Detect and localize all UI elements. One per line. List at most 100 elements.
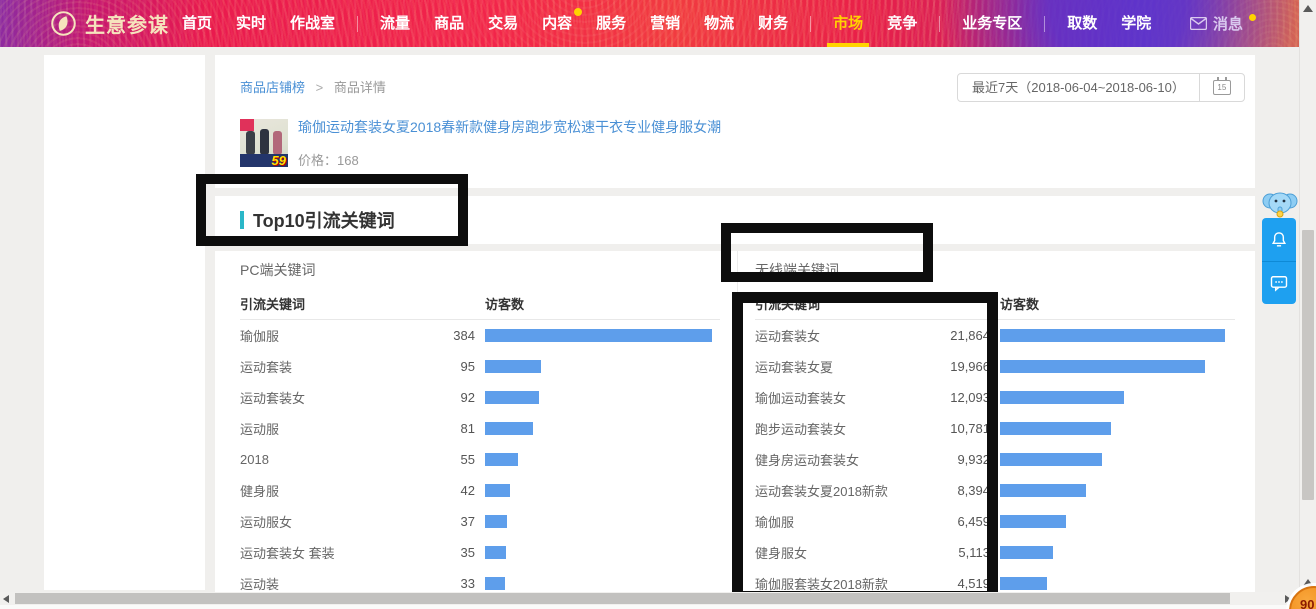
keyword-label: 瑜伽服 xyxy=(755,512,905,531)
nav-item-商品[interactable]: 商品 xyxy=(422,0,476,47)
notification-dot xyxy=(574,8,582,16)
section-title-row: Top10引流关键词 xyxy=(240,207,395,233)
feedback-chat-button[interactable] xyxy=(1262,261,1296,304)
table-row: 运动装33 xyxy=(240,568,720,592)
keyword-label: 健身服女 xyxy=(755,543,905,562)
breadcrumb-current: 商品详情 xyxy=(334,80,386,95)
envelope-icon xyxy=(1190,17,1207,30)
visitor-bar xyxy=(485,329,712,342)
visitor-bar xyxy=(1000,484,1086,497)
table-body: 瑜伽服384运动套装95运动套装女92运动服81201855健身服42运动服女3… xyxy=(240,320,720,592)
table-row: 运动服81 xyxy=(240,413,720,444)
nav-divider xyxy=(939,16,940,32)
nav-item-内容[interactable]: 内容 xyxy=(530,0,584,47)
nav-item-竞争[interactable]: 竞争 xyxy=(875,0,929,47)
table-row: 健身服42 xyxy=(240,475,720,506)
visitor-count: 21,864 xyxy=(905,328,990,343)
scroll-left-arrow[interactable] xyxy=(3,595,9,603)
vertical-scroll-thumb[interactable] xyxy=(1302,230,1314,500)
tab-pc-keywords[interactable]: PC端关键词 xyxy=(240,260,720,284)
notification-bell-button[interactable] xyxy=(1262,218,1296,261)
visitor-count: 10,781 xyxy=(905,421,990,436)
visitor-bar xyxy=(485,360,541,373)
date-range-label[interactable]: 最近7天（2018-06-04~2018-06-10） xyxy=(958,74,1200,101)
column-header-visitors: 访客数 xyxy=(485,294,524,313)
visitor-bar xyxy=(1000,515,1066,528)
calendar-button[interactable]: 15 xyxy=(1200,74,1244,101)
keyword-tables-card: PC端关键词 引流关键词 访客数 瑜伽服384运动套装95运动套装女92运动服8… xyxy=(215,251,1255,592)
horizontal-scrollbar[interactable] xyxy=(0,592,1299,605)
visitor-bar xyxy=(1000,453,1102,466)
floating-panel xyxy=(1262,218,1296,304)
table-header: 引流关键词 访客数 xyxy=(755,294,1235,320)
table-row: 健身房运动套装女9,932 xyxy=(755,444,1235,475)
table-row: 瑜伽服384 xyxy=(240,320,720,351)
product-thumbnail[interactable]: 59 xyxy=(240,119,288,167)
nav-message[interactable]: 消息 xyxy=(1190,0,1256,47)
visitor-count: 4,519 xyxy=(905,576,990,591)
visitor-count: 92 xyxy=(390,390,475,405)
visitor-count: 5,113 xyxy=(905,545,990,560)
visitor-count: 42 xyxy=(390,483,475,498)
nav-item-业务专区[interactable]: 业务专区 xyxy=(950,0,1034,47)
vertical-scrollbar[interactable] xyxy=(1299,0,1316,609)
nav-divider xyxy=(1044,16,1045,32)
nav-item-交易[interactable]: 交易 xyxy=(476,0,530,47)
visitor-bar xyxy=(485,453,518,466)
visitor-bar xyxy=(1000,360,1205,373)
visitor-bar xyxy=(1000,577,1047,590)
scroll-up-arrow[interactable] xyxy=(1303,5,1313,12)
brand-logo[interactable]: 生意参谋 xyxy=(50,9,169,38)
wireless-keyword-table: 无线端关键词 引流关键词 访客数 运动套装女21,864运动套装女夏19,966… xyxy=(755,251,1235,592)
visitor-bar xyxy=(485,546,506,559)
nav-item-实时[interactable]: 实时 xyxy=(224,0,278,47)
breadcrumb: 商品店铺榜 > 商品详情 xyxy=(240,77,386,96)
visitor-count: 95 xyxy=(390,359,475,374)
horizontal-scroll-thumb[interactable] xyxy=(15,593,1230,604)
nav-item-财务[interactable]: 财务 xyxy=(746,0,800,47)
chat-bubble-icon xyxy=(1269,273,1289,293)
accent-bar xyxy=(240,211,244,229)
nav-item-首页[interactable]: 首页 xyxy=(170,0,224,47)
nav-item-流量[interactable]: 流量 xyxy=(368,0,422,47)
date-range-picker[interactable]: 最近7天（2018-06-04~2018-06-10） 15 xyxy=(957,73,1245,102)
calendar-icon: 15 xyxy=(1213,80,1231,95)
breadcrumb-link[interactable]: 商品店铺榜 xyxy=(240,80,305,95)
keyword-label: 运动套装女 xyxy=(240,388,390,407)
product-price: 价格：168 xyxy=(298,150,359,169)
nav-item-作战室[interactable]: 作战室 xyxy=(278,0,347,47)
keyword-label: 瑜伽服 xyxy=(240,326,390,345)
nav-menu: 首页实时作战室流量商品交易内容服务营销物流财务市场竞争业务专区取数学院 xyxy=(170,0,1163,47)
keyword-label: 跑步运动套装女 xyxy=(755,419,905,438)
table-body: 运动套装女21,864运动套装女夏19,966瑜伽运动套装女12,093跑步运动… xyxy=(755,320,1235,592)
table-row: 瑜伽运动套装女12,093 xyxy=(755,382,1235,413)
breadcrumb-separator: > xyxy=(316,80,324,95)
visitor-count: 19,966 xyxy=(905,359,990,374)
nav-item-物流[interactable]: 物流 xyxy=(692,0,746,47)
visitor-bar xyxy=(1000,391,1124,404)
product-title-link[interactable]: 瑜伽运动套装女夏2018春新款健身房跑步宽松速干衣专业健身服女潮 xyxy=(298,117,721,137)
scroll-down-arrow[interactable] xyxy=(1303,579,1313,586)
floating-activity-ball[interactable]: 90 xyxy=(1289,586,1316,609)
nav-item-营销[interactable]: 营销 xyxy=(638,0,692,47)
nav-item-学院[interactable]: 学院 xyxy=(1109,0,1163,47)
elephant-mascot-icon[interactable] xyxy=(1262,188,1298,218)
column-divider xyxy=(737,251,738,592)
tab-wireless-keywords[interactable]: 无线端关键词 xyxy=(755,260,1235,284)
visitor-count: 384 xyxy=(390,328,475,343)
active-tab-underline xyxy=(827,43,869,47)
nav-item-服务[interactable]: 服务 xyxy=(584,0,638,47)
keyword-label: 运动套装女夏2018新款 xyxy=(755,481,905,500)
column-header-keyword: 引流关键词 xyxy=(240,294,485,313)
nav-item-市场[interactable]: 市场 xyxy=(821,0,875,47)
table-row: 健身服女5,113 xyxy=(755,537,1235,568)
nav-item-取数[interactable]: 取数 xyxy=(1055,0,1109,47)
visitor-count: 6,459 xyxy=(905,514,990,529)
activity-ball-label: 90 xyxy=(1300,597,1314,609)
table-row: 运动套装95 xyxy=(240,351,720,382)
table-row: 跑步运动套装女10,781 xyxy=(755,413,1235,444)
table-row: 201855 xyxy=(240,444,720,475)
visitor-bar xyxy=(485,515,507,528)
bell-icon xyxy=(1269,230,1289,250)
visitor-count: 81 xyxy=(390,421,475,436)
